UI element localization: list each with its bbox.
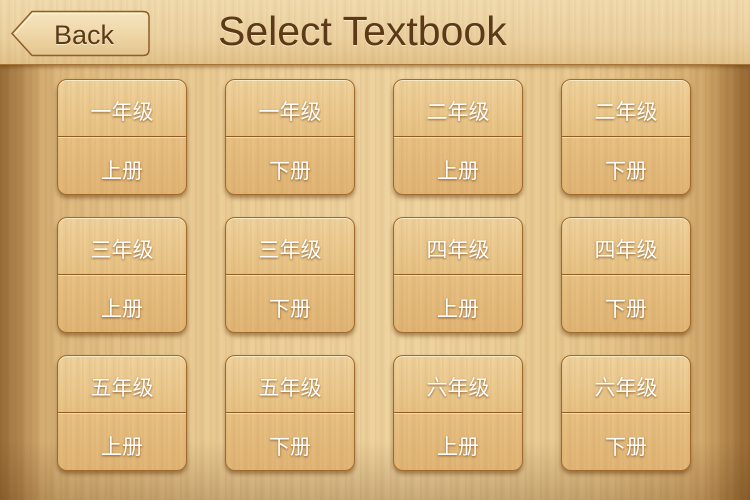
textbook-card-grade4-vol2[interactable]: 四年级 下册 bbox=[561, 217, 691, 333]
textbook-card-grade1-vol1[interactable]: 一年级 上册 bbox=[57, 79, 187, 195]
card-grade-label: 六年级 bbox=[426, 376, 490, 400]
card-volume-label: 下册 bbox=[269, 435, 311, 459]
card-divider bbox=[226, 136, 354, 138]
card-grade-label: 五年级 bbox=[90, 376, 154, 400]
card-grade-label: 一年级 bbox=[258, 100, 322, 124]
textbook-card-grade3-vol2[interactable]: 三年级 下册 bbox=[225, 217, 355, 333]
card-grade-label: 二年级 bbox=[594, 100, 658, 124]
card-volume-label: 下册 bbox=[605, 297, 647, 321]
textbook-card-grade1-vol2[interactable]: 一年级 下册 bbox=[225, 79, 355, 195]
back-button-label: Back bbox=[54, 20, 115, 50]
card-grade-label: 四年级 bbox=[594, 238, 658, 262]
card-divider bbox=[394, 136, 522, 138]
back-button[interactable]: Back bbox=[10, 9, 151, 58]
textbook-card-grade5-vol2[interactable]: 五年级 下册 bbox=[225, 355, 355, 471]
card-volume-label: 下册 bbox=[605, 435, 647, 459]
card-volume-label: 下册 bbox=[269, 297, 311, 321]
card-volume-label: 下册 bbox=[605, 159, 647, 183]
textbook-card-grade4-vol1[interactable]: 四年级 上册 bbox=[393, 217, 523, 333]
card-divider bbox=[226, 412, 354, 414]
navigation-bar: Back Select Textbook bbox=[0, 0, 750, 65]
card-volume-label: 上册 bbox=[437, 297, 479, 321]
page-title: Select Textbook bbox=[218, 8, 507, 54]
card-divider bbox=[562, 136, 690, 138]
textbook-card-grade2-vol2[interactable]: 二年级 下册 bbox=[561, 79, 691, 195]
card-divider bbox=[562, 274, 690, 276]
card-divider bbox=[394, 274, 522, 276]
textbook-card-grade2-vol1[interactable]: 二年级 上册 bbox=[393, 79, 523, 195]
textbook-card-grade5-vol1[interactable]: 五年级 上册 bbox=[57, 355, 187, 471]
card-grade-label: 六年级 bbox=[594, 376, 658, 400]
card-volume-label: 上册 bbox=[101, 435, 143, 459]
card-divider bbox=[562, 412, 690, 414]
card-grade-label: 五年级 bbox=[258, 376, 322, 400]
card-grade-label: 一年级 bbox=[90, 100, 154, 124]
card-volume-label: 下册 bbox=[269, 159, 311, 183]
card-divider bbox=[58, 412, 186, 414]
card-volume-label: 上册 bbox=[437, 159, 479, 183]
card-volume-label: 上册 bbox=[101, 159, 143, 183]
card-divider bbox=[58, 274, 186, 276]
card-grade-label: 三年级 bbox=[258, 238, 322, 262]
card-volume-label: 上册 bbox=[101, 297, 143, 321]
card-grade-label: 四年级 bbox=[426, 238, 490, 262]
card-grade-label: 二年级 bbox=[426, 100, 490, 124]
textbook-card-grade6-vol2[interactable]: 六年级 下册 bbox=[561, 355, 691, 471]
card-grade-label: 三年级 bbox=[90, 238, 154, 262]
card-divider bbox=[58, 136, 186, 138]
textbook-card-grade3-vol1[interactable]: 三年级 上册 bbox=[57, 217, 187, 333]
card-divider bbox=[394, 412, 522, 414]
card-volume-label: 上册 bbox=[437, 435, 479, 459]
textbook-card-grade6-vol1[interactable]: 六年级 上册 bbox=[393, 355, 523, 471]
card-divider bbox=[226, 274, 354, 276]
